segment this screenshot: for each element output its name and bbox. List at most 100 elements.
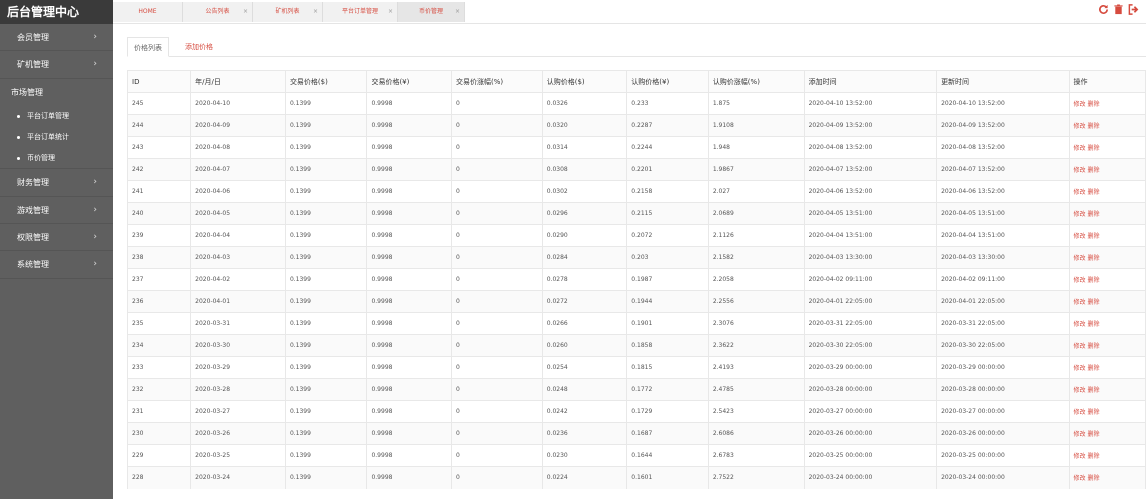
table-row: 234 2020-03-30 0.1399 0.9998 0 0.0260 0.1858 2.…	[126, 334, 1146, 357]
delete-link[interactable]: 删除	[1088, 211, 1100, 218]
delete-link[interactable]: 删除	[1088, 167, 1100, 174]
sidebar-item-label: 市场管理	[11, 87, 43, 97]
row-actions: 修改 删除	[1069, 268, 1146, 291]
delete-link[interactable]: 删除	[1088, 453, 1100, 460]
delete-link[interactable]: 删除	[1088, 277, 1100, 284]
delete-link[interactable]: 删除	[1088, 123, 1100, 130]
delete-link[interactable]: 删除	[1088, 145, 1100, 152]
edit-link[interactable]: 修改	[1074, 101, 1086, 108]
sidebar-subitem-coin-price[interactable]: 币价管理	[0, 148, 113, 170]
sidebar-item-permissions[interactable]: 权限管理 ›	[0, 224, 113, 252]
delete-link[interactable]: 删除	[1088, 431, 1100, 438]
edit-link[interactable]: 修改	[1074, 387, 1086, 394]
table-cell: 0.1399	[285, 466, 368, 489]
edit-link[interactable]: 修改	[1074, 409, 1086, 416]
logout-icon[interactable]	[1128, 4, 1139, 15]
table-cell: 2020-04-07 13:52:00	[936, 158, 1070, 181]
close-icon[interactable]: ×	[313, 2, 318, 22]
sidebar-item-market[interactable]: 市场管理	[0, 79, 113, 106]
table-cell: 0.0272	[542, 290, 628, 313]
table-cell: 0	[451, 466, 543, 489]
table-cell: 0.9998	[366, 466, 453, 489]
sidebar-item-games[interactable]: 游戏管理 ›	[0, 197, 113, 224]
table-cell: 2.2058	[708, 268, 805, 291]
delete-link[interactable]: 删除	[1088, 409, 1100, 416]
table-cell: 0.0236	[542, 422, 628, 445]
edit-link[interactable]: 修改	[1074, 475, 1086, 482]
refresh-icon[interactable]	[1098, 4, 1109, 15]
sidebar-subitem-order-stats[interactable]: 平台订单统计	[0, 127, 113, 148]
close-icon[interactable]: ×	[388, 2, 393, 22]
table-cell: 2020-03-25	[190, 444, 286, 467]
table-cell: 0.1399	[285, 246, 368, 269]
table-cell: 0.1399	[285, 114, 368, 137]
delete-link[interactable]: 删除	[1088, 387, 1100, 394]
toolbar-icons	[1098, 4, 1139, 15]
table-cell: 0.9998	[366, 290, 453, 313]
delete-link[interactable]: 删除	[1088, 101, 1100, 108]
table-cell: 2020-03-28	[190, 378, 286, 401]
tab-miners[interactable]: 矿机列表 ×	[253, 2, 323, 22]
edit-link[interactable]: 修改	[1074, 453, 1086, 460]
delete-link[interactable]: 删除	[1088, 233, 1100, 240]
close-icon[interactable]: ×	[455, 2, 460, 22]
table-cell: 2020-04-03 13:30:00	[936, 246, 1070, 269]
tab-coin-price[interactable]: 币价管理 ×	[398, 2, 465, 22]
app-title: 后台管理中心	[0, 0, 113, 24]
sidebar-item-miners[interactable]: 矿机管理 ›	[0, 51, 113, 79]
row-actions: 修改 删除	[1069, 356, 1146, 379]
table-cell: 0.9998	[366, 246, 453, 269]
table-cell: 0.0296	[542, 202, 628, 225]
edit-link[interactable]: 修改	[1074, 233, 1086, 240]
delete-link[interactable]: 删除	[1088, 189, 1100, 196]
tab-label: HOME	[138, 8, 157, 15]
delete-link[interactable]: 删除	[1088, 321, 1100, 328]
sidebar-subitem-platform-orders[interactable]: 平台订单管理	[0, 106, 113, 127]
table-cell: 2020-04-04 13:51:00	[936, 224, 1070, 247]
edit-link[interactable]: 修改	[1074, 145, 1086, 152]
edit-link[interactable]: 修改	[1074, 277, 1086, 284]
sidebar-item-finance[interactable]: 财务管理 ›	[0, 169, 113, 197]
table-cell: 2020-03-31	[190, 312, 286, 335]
table-cell: 0.9998	[366, 422, 453, 445]
table-cell: 0.0230	[542, 444, 628, 467]
table-cell: 2.1582	[708, 246, 805, 269]
table-cell: 2.4193	[708, 356, 805, 379]
tab-notices[interactable]: 公告列表 ×	[183, 2, 253, 22]
sidebar-item-system[interactable]: 系统管理 ›	[0, 251, 113, 279]
edit-link[interactable]: 修改	[1074, 189, 1086, 196]
tab-price-list[interactable]: 价格列表	[127, 37, 169, 57]
table-cell: 2.5423	[708, 400, 805, 423]
tab-add-price[interactable]: 添加价格	[179, 37, 219, 57]
edit-link[interactable]: 修改	[1074, 123, 1086, 130]
delete-link[interactable]: 删除	[1088, 365, 1100, 372]
table-cell: 2020-04-02 09:11:00	[804, 268, 938, 291]
delete-link[interactable]: 删除	[1088, 255, 1100, 262]
table-cell: 1.875	[708, 92, 805, 115]
sidebar-item-label: 权限管理	[17, 232, 49, 242]
close-icon[interactable]: ×	[243, 2, 248, 22]
table-cell: 240	[126, 202, 192, 225]
table-cell: 0.1944	[626, 290, 709, 313]
sidebar-item-members[interactable]: 会员管理 ›	[0, 24, 113, 52]
table-row: 244 2020-04-09 0.1399 0.9998 0 0.0320 0.2287 1.…	[126, 114, 1146, 137]
edit-link[interactable]: 修改	[1074, 167, 1086, 174]
delete-link[interactable]: 删除	[1088, 299, 1100, 306]
delete-link[interactable]: 删除	[1088, 475, 1100, 482]
trash-icon[interactable]	[1113, 4, 1124, 15]
table-cell: 0	[451, 158, 543, 181]
table-cell: 0.1601	[626, 466, 709, 489]
delete-link[interactable]: 删除	[1088, 343, 1100, 350]
edit-link[interactable]: 修改	[1074, 211, 1086, 218]
table-cell: 229	[126, 444, 192, 467]
table-cell: 0	[451, 268, 543, 291]
edit-link[interactable]: 修改	[1074, 299, 1086, 306]
edit-link[interactable]: 修改	[1074, 255, 1086, 262]
tab-home[interactable]: HOME	[113, 2, 183, 22]
edit-link[interactable]: 修改	[1074, 365, 1086, 372]
table-cell: 0	[451, 92, 543, 115]
edit-link[interactable]: 修改	[1074, 343, 1086, 350]
edit-link[interactable]: 修改	[1074, 321, 1086, 328]
tab-platform-orders[interactable]: 平台订单管理 ×	[323, 2, 398, 22]
edit-link[interactable]: 修改	[1074, 431, 1086, 438]
